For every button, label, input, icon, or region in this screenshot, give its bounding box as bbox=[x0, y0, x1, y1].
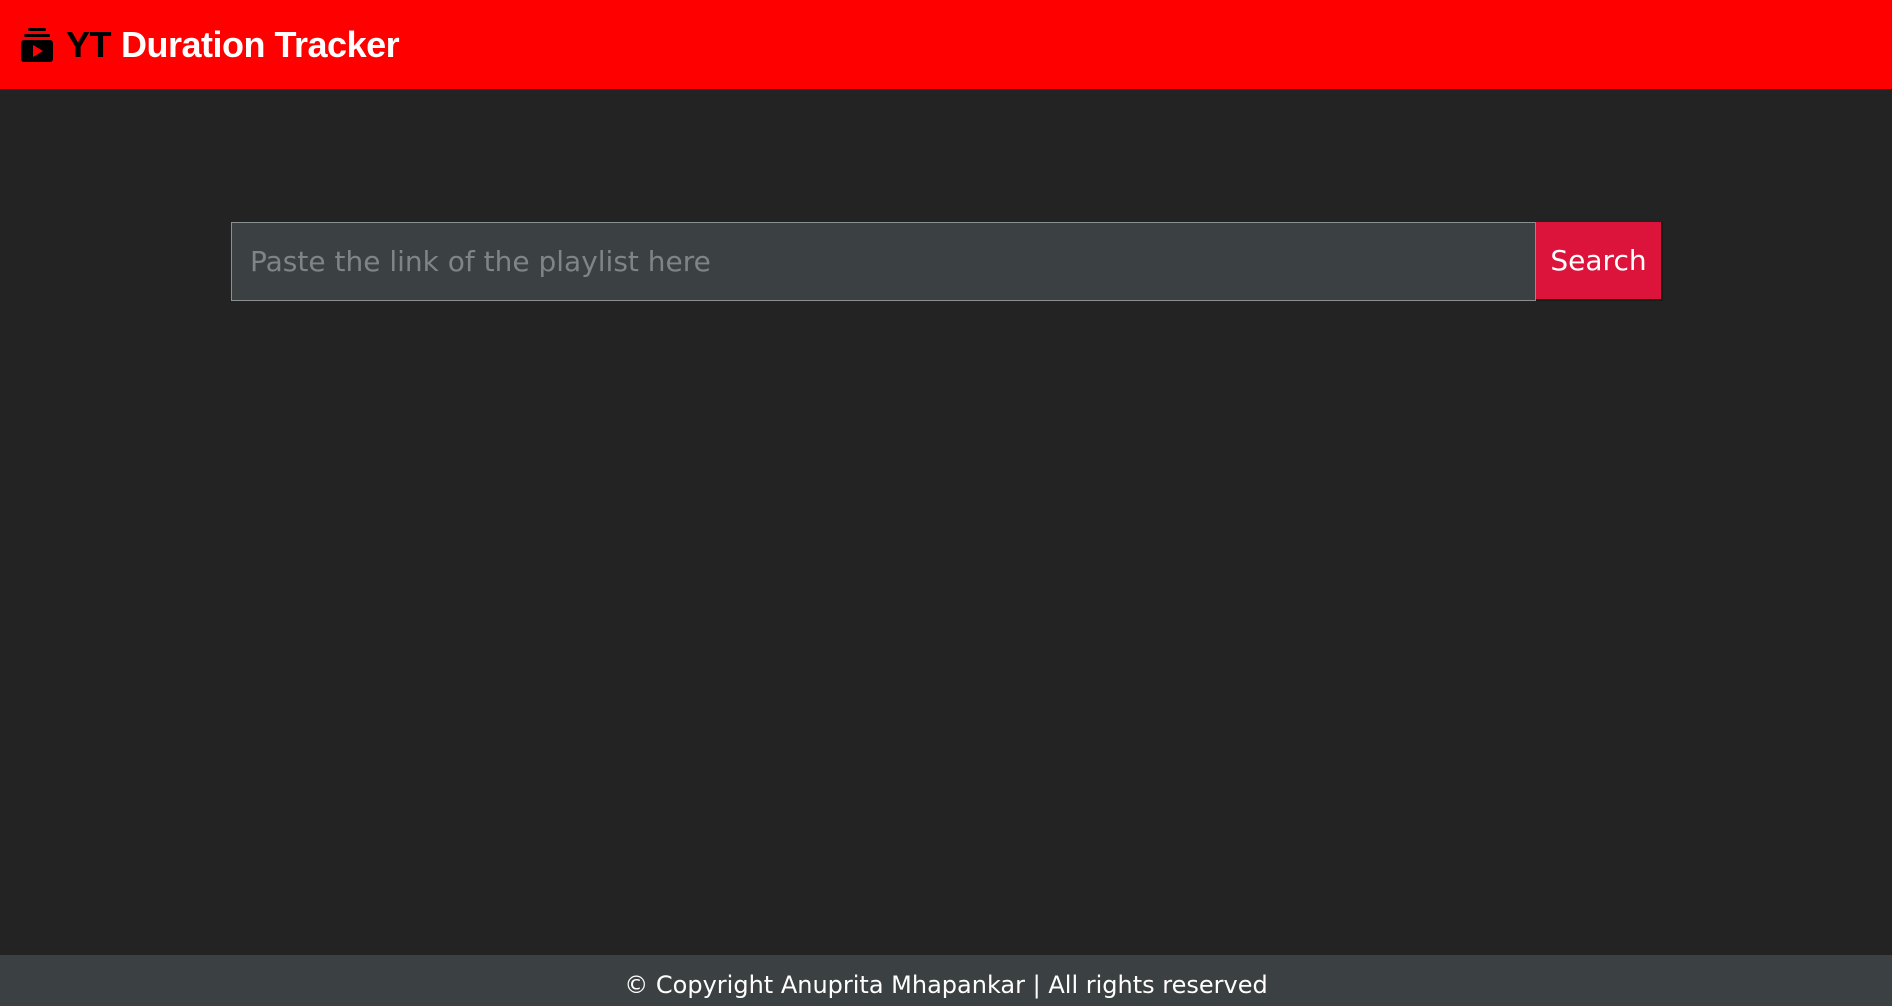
brand-prefix: YT bbox=[66, 23, 112, 65]
footer: © Copyright Anuprita Mhapankar | All rig… bbox=[0, 955, 1892, 1006]
playlist-play-icon bbox=[20, 27, 54, 63]
search-button[interactable]: Search bbox=[1536, 222, 1663, 301]
brand-title: YT Duration Tracker bbox=[66, 23, 400, 65]
playlist-link-input[interactable] bbox=[231, 222, 1536, 301]
page: YT Duration Tracker Search © Copyright A… bbox=[0, 0, 1892, 1006]
app-header: YT Duration Tracker bbox=[0, 0, 1892, 89]
playlist-search-form: Search bbox=[231, 222, 1663, 301]
brand-name: Duration Tracker bbox=[121, 23, 400, 65]
copyright-text: © Copyright Anuprita Mhapankar | All rig… bbox=[624, 970, 1268, 999]
